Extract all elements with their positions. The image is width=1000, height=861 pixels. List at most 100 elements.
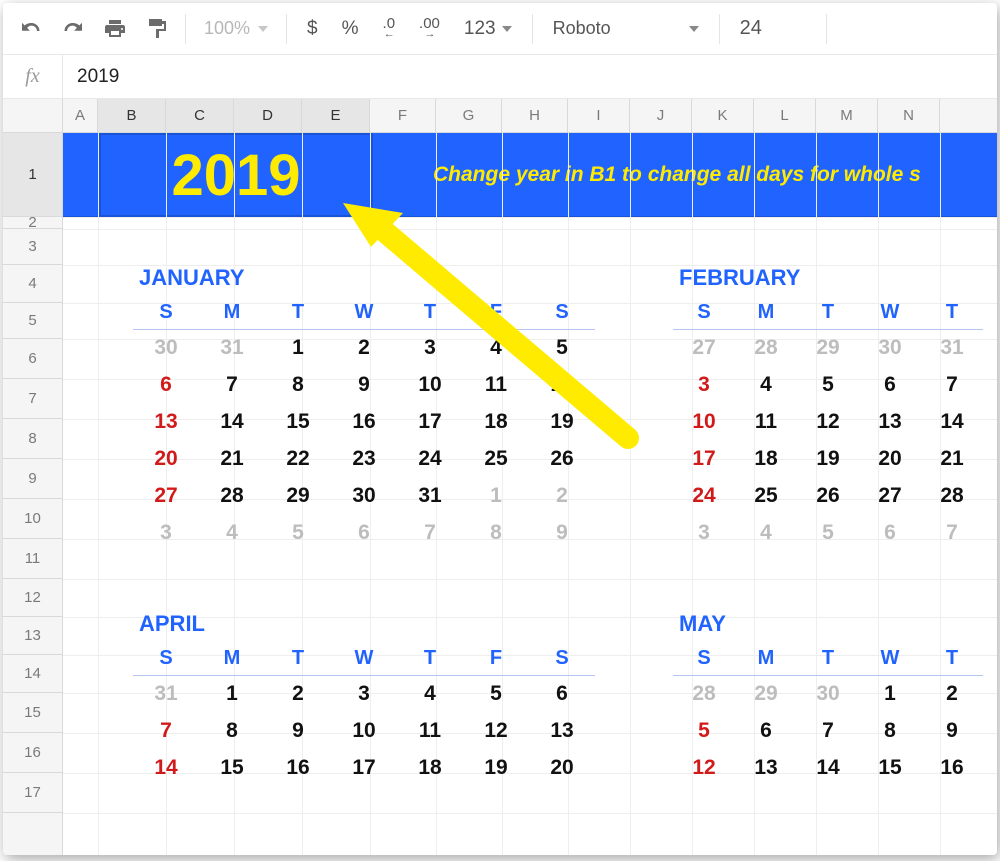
day-cell[interactable]: 17 xyxy=(397,403,463,440)
day-cell[interactable]: 29 xyxy=(797,329,859,366)
day-cell[interactable]: 17 xyxy=(673,440,735,477)
day-cell[interactable]: 11 xyxy=(397,712,463,749)
day-cell[interactable]: 14 xyxy=(921,403,983,440)
day-cell[interactable]: 9 xyxy=(921,712,983,749)
day-cell[interactable]: 23 xyxy=(331,440,397,477)
day-cell[interactable]: 5 xyxy=(797,514,859,551)
day-cell[interactable]: 19 xyxy=(463,749,529,786)
day-cell[interactable]: 21 xyxy=(921,440,983,477)
day-cell[interactable]: 7 xyxy=(921,366,983,403)
day-cell[interactable]: 3 xyxy=(673,514,735,551)
day-cell[interactable]: 11 xyxy=(463,366,529,403)
row-header[interactable]: 8 xyxy=(3,419,62,459)
day-cell[interactable]: 15 xyxy=(265,403,331,440)
zoom-select[interactable]: 100% xyxy=(194,18,278,39)
day-cell[interactable]: 28 xyxy=(199,477,265,514)
day-cell[interactable]: 2 xyxy=(921,675,983,712)
column-header[interactable]: G xyxy=(436,99,502,132)
day-cell[interactable]: 13 xyxy=(133,403,199,440)
day-cell[interactable]: 24 xyxy=(673,477,735,514)
day-cell[interactable]: 3 xyxy=(397,329,463,366)
day-cell[interactable]: 14 xyxy=(199,403,265,440)
column-header[interactable]: N xyxy=(878,99,940,132)
day-cell[interactable]: 15 xyxy=(859,749,921,786)
day-cell[interactable]: 8 xyxy=(265,366,331,403)
column-header[interactable]: J xyxy=(630,99,692,132)
day-cell[interactable]: 4 xyxy=(199,514,265,551)
day-cell[interactable]: 12 xyxy=(797,403,859,440)
column-header[interactable]: H xyxy=(502,99,568,132)
row-header[interactable]: 7 xyxy=(3,379,62,419)
day-cell[interactable]: 27 xyxy=(859,477,921,514)
day-cell[interactable]: 16 xyxy=(265,749,331,786)
day-cell[interactable]: 8 xyxy=(859,712,921,749)
day-cell[interactable]: 31 xyxy=(397,477,463,514)
day-cell[interactable]: 2 xyxy=(331,329,397,366)
day-cell[interactable]: 2 xyxy=(529,477,595,514)
day-cell[interactable]: 10 xyxy=(673,403,735,440)
day-cell[interactable]: 12 xyxy=(529,366,595,403)
decrease-decimal-button[interactable]: .0← xyxy=(371,9,408,49)
row-header[interactable]: 3 xyxy=(3,229,62,265)
row-header[interactable]: 15 xyxy=(3,693,62,733)
day-cell[interactable]: 15 xyxy=(199,749,265,786)
day-cell[interactable]: 7 xyxy=(199,366,265,403)
day-cell[interactable]: 17 xyxy=(331,749,397,786)
day-cell[interactable]: 19 xyxy=(797,440,859,477)
row-header[interactable]: 4 xyxy=(3,265,62,303)
day-cell[interactable]: 10 xyxy=(397,366,463,403)
redo-button[interactable] xyxy=(53,9,93,49)
day-cell[interactable]: 18 xyxy=(463,403,529,440)
day-cell[interactable]: 6 xyxy=(859,366,921,403)
row-header[interactable]: 16 xyxy=(3,733,62,773)
font-size-select[interactable]: 24 xyxy=(728,9,818,49)
column-header[interactable]: I xyxy=(568,99,630,132)
day-cell[interactable]: 5 xyxy=(265,514,331,551)
day-cell[interactable]: 24 xyxy=(397,440,463,477)
day-cell[interactable]: 14 xyxy=(797,749,859,786)
column-header[interactable]: K xyxy=(692,99,754,132)
row-header[interactable]: 13 xyxy=(3,617,62,655)
day-cell[interactable]: 25 xyxy=(735,477,797,514)
day-cell[interactable]: 29 xyxy=(735,675,797,712)
day-cell[interactable]: 6 xyxy=(859,514,921,551)
day-cell[interactable]: 12 xyxy=(463,712,529,749)
more-formats-button[interactable]: 123 xyxy=(452,9,524,49)
year-cell[interactable]: 2019 xyxy=(101,135,371,215)
day-cell[interactable]: 16 xyxy=(331,403,397,440)
day-cell[interactable]: 26 xyxy=(797,477,859,514)
day-cell[interactable]: 27 xyxy=(133,477,199,514)
day-cell[interactable]: 7 xyxy=(797,712,859,749)
day-cell[interactable]: 27 xyxy=(673,329,735,366)
day-cell[interactable]: 31 xyxy=(921,329,983,366)
day-cell[interactable]: 31 xyxy=(199,329,265,366)
day-cell[interactable]: 4 xyxy=(735,366,797,403)
increase-decimal-button[interactable]: .00→ xyxy=(407,9,452,49)
row-header[interactable]: 12 xyxy=(3,579,62,617)
select-all-corner[interactable] xyxy=(3,99,63,132)
day-cell[interactable]: 5 xyxy=(529,329,595,366)
day-cell[interactable]: 7 xyxy=(921,514,983,551)
day-cell[interactable]: 30 xyxy=(331,477,397,514)
undo-button[interactable] xyxy=(11,9,51,49)
day-cell[interactable]: 5 xyxy=(673,712,735,749)
day-cell[interactable]: 5 xyxy=(797,366,859,403)
day-cell[interactable]: 2 xyxy=(265,675,331,712)
column-header[interactable]: M xyxy=(816,99,878,132)
row-header[interactable]: 5 xyxy=(3,303,62,339)
column-header[interactable]: L xyxy=(754,99,816,132)
day-cell[interactable]: 30 xyxy=(859,329,921,366)
day-cell[interactable]: 9 xyxy=(265,712,331,749)
day-cell[interactable]: 1 xyxy=(463,477,529,514)
day-cell[interactable]: 6 xyxy=(133,366,199,403)
day-cell[interactable]: 9 xyxy=(529,514,595,551)
day-cell[interactable]: 1 xyxy=(859,675,921,712)
day-cell[interactable]: 30 xyxy=(133,329,199,366)
day-cell[interactable]: 28 xyxy=(921,477,983,514)
column-header[interactable]: D xyxy=(234,99,302,132)
day-cell[interactable]: 20 xyxy=(133,440,199,477)
day-cell[interactable]: 12 xyxy=(673,749,735,786)
day-cell[interactable]: 7 xyxy=(133,712,199,749)
day-cell[interactable]: 3 xyxy=(673,366,735,403)
day-cell[interactable]: 26 xyxy=(529,440,595,477)
